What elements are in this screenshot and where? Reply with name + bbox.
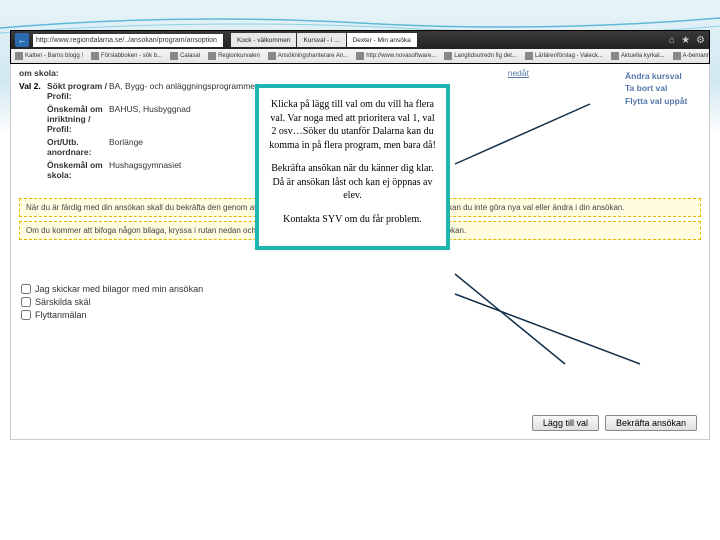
field-label: Ort/Utb. anordnare: [47, 137, 109, 157]
bookmark-icon [170, 52, 178, 60]
field-value: BA, Bygg- och anläggningsprogrammet [109, 81, 269, 101]
browser-tabs: Kock - välkommen Kursval - i ... Dexter … [231, 33, 417, 47]
star-icon[interactable]: ★ [681, 35, 690, 46]
callout-text: Kontakta SYV om du får problem. [267, 213, 438, 227]
address-bar: ← http://www.regiondalarna.se/../ansokan… [11, 31, 709, 49]
checkbox-label: Flyttanmälan [35, 310, 87, 320]
window-controls: ⌂ ★ ⚙ [669, 35, 705, 46]
bookmark-item[interactable]: Aktuella kyrkal... [611, 52, 665, 60]
confirm-application-button[interactable]: Bekräfta ansökan [605, 415, 697, 431]
special-reasons-checkbox[interactable] [21, 297, 31, 307]
field-value: BAHUS, Husbyggnad [109, 104, 269, 134]
bookmark-item[interactable]: Katten - Barns blogg ! [15, 52, 83, 60]
change-course-link[interactable]: Ändra kursval [625, 72, 700, 81]
move-up-link[interactable]: Flytta val uppåt [625, 97, 700, 106]
back-button[interactable]: ← [15, 33, 29, 47]
choice-number: Val 2. [19, 81, 47, 101]
field-label: Önskemål om inriktning / Profil: [47, 104, 109, 134]
bookmark-icon [444, 52, 452, 60]
bookmark-item[interactable]: Lärlärenförslag - Valeck... [525, 52, 603, 60]
url-input[interactable]: http://www.regiondalarna.se/../ansokan/p… [33, 34, 223, 47]
browser-chrome: ← http://www.regiondalarna.se/../ansokan… [10, 30, 710, 64]
checkbox-row[interactable]: Flyttanmälan [21, 310, 203, 320]
bookmark-icon [15, 52, 23, 60]
callout-text: Klicka på lägg till val om du vill ha fl… [267, 98, 438, 152]
bookmark-icon [673, 52, 681, 60]
checkbox-label: Särskilda skäl [35, 297, 91, 307]
bookmark-item[interactable]: A-bemannadkurskarpe... [673, 52, 709, 60]
bookmark-item[interactable]: Förslabboken - sök b... [91, 52, 162, 60]
field-value: Borlänge [109, 137, 269, 157]
checkbox-row[interactable]: Jag skickar med bilagor med min ansökan [21, 284, 203, 294]
home-icon[interactable]: ⌂ [669, 35, 675, 46]
gear-icon[interactable]: ⚙ [696, 35, 705, 46]
side-action-links: Ändra kursval Ta bort val Flytta val upp… [625, 72, 700, 109]
checkbox-group: Jag skickar med bilagor med min ansökan … [21, 284, 203, 323]
instruction-callout: Klicka på lägg till val om du vill ha fl… [255, 84, 450, 250]
bookmark-item[interactable]: Regionkurvalen [208, 52, 260, 60]
form-row-skola-top: om skola: [19, 68, 701, 78]
bookmark-icon [208, 52, 216, 60]
action-buttons: Lägg till val Bekräfta ansökan [532, 415, 697, 431]
bookmark-icon [268, 52, 276, 60]
checkbox-label: Jag skickar med bilagor med min ansökan [35, 284, 203, 294]
field-label: om skola: [19, 68, 99, 78]
bookmark-icon [611, 52, 619, 60]
bookmark-icon [356, 52, 364, 60]
bookmark-icon [91, 52, 99, 60]
attachments-checkbox[interactable] [21, 284, 31, 294]
scroll-down-link[interactable]: nedåt [508, 68, 529, 78]
field-label: Sökt program / Profil: [47, 81, 109, 101]
checkbox-row[interactable]: Särskilda skäl [21, 297, 203, 307]
remove-choice-link[interactable]: Ta bort val [625, 84, 700, 93]
bookmark-item[interactable]: Calasal [170, 52, 200, 60]
field-value: Hushagsgymnasiet [109, 160, 269, 180]
bookmark-bar: Katten - Barns blogg ! Förslabboken - sö… [11, 49, 709, 63]
bookmark-item[interactable]: Ansökningshanterare An... [268, 52, 348, 60]
bookmark-icon [525, 52, 533, 60]
bookmark-item[interactable]: http://www.novasoftware... [356, 52, 436, 60]
move-notice-checkbox[interactable] [21, 310, 31, 320]
browser-tab[interactable]: Kock - välkommen [231, 33, 296, 47]
browser-tab[interactable]: Dexter - Min ansöka [347, 33, 417, 47]
callout-text: Bekräfta ansökan när du känner dig klar.… [267, 162, 438, 203]
field-label: Önskemål om skola: [47, 160, 109, 180]
add-choice-button[interactable]: Lägg till val [532, 415, 599, 431]
bookmark-item[interactable]: Langtidsutredn fig det... [444, 52, 517, 60]
browser-tab[interactable]: Kursval - i ... [297, 33, 345, 47]
